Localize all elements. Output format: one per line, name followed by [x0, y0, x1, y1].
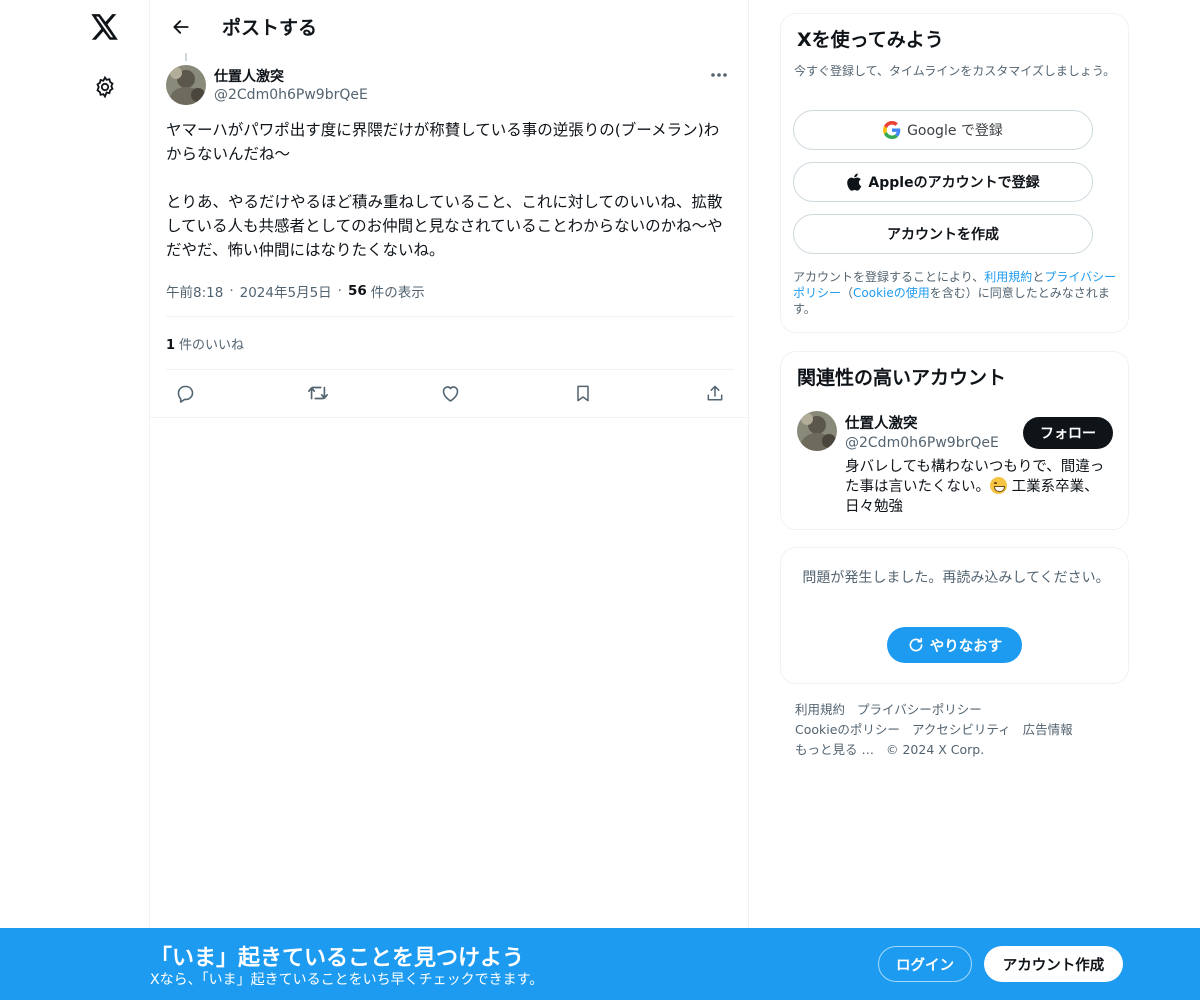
related-accounts-card: 関連性の高いアカウント 仕置人激突 @2Cdm0h6Pw9brQeE フォロー …	[780, 351, 1129, 530]
create-account-button[interactable]: アカウントを作成	[793, 214, 1093, 254]
page-title: ポストする	[222, 17, 318, 39]
retry-button[interactable]: やりなおす	[887, 627, 1022, 663]
gear-icon[interactable]	[86, 68, 124, 106]
grinning-emoji-icon	[990, 477, 1007, 494]
post-time[interactable]: 午前8:18	[166, 281, 223, 301]
footer-links: 利用規約 プライバシーポリシー Cookieのポリシー アクセシビリティ 広告情報 も…	[795, 700, 1115, 760]
terms-link[interactable]: 利用規約	[984, 270, 1032, 284]
repost-icon	[307, 386, 328, 400]
meta-separator: ·	[337, 283, 342, 299]
more-options-button[interactable]	[704, 65, 734, 85]
google-signup-label: Google で登録	[907, 123, 1003, 139]
footer-link-privacy[interactable]: プライバシーポリシー	[857, 702, 982, 717]
apple-icon	[846, 173, 862, 191]
post-detail-column: ポストする 仕置人激突 @2Cdm0h6Pw9brQeE ヤマーハがパワポ出す度…	[150, 0, 749, 1000]
like-button[interactable]	[435, 378, 465, 408]
copyright: © 2024 X Corp.	[885, 742, 985, 757]
arrow-left-icon	[173, 19, 189, 34]
related-account-name[interactable]: 仕置人激突	[845, 412, 918, 433]
post-actions	[166, 378, 734, 410]
like-icon	[442, 385, 458, 402]
footer-link-accessibility[interactable]: アクセシビリティ	[912, 722, 1011, 737]
retry-label: やりなおす	[929, 638, 1003, 655]
apple-signup-button[interactable]: Appleのアカウントで登録	[793, 162, 1093, 202]
views-label: 件の表示	[370, 285, 425, 301]
cookie-link[interactable]: Cookieの使用	[853, 286, 930, 300]
share-button[interactable]	[700, 378, 730, 408]
error-card: 問題が発生しました。再読み込みしてください。 やりなおす	[780, 547, 1129, 684]
terms-text: と	[1032, 270, 1045, 284]
divider	[166, 316, 734, 317]
reply-button[interactable]	[170, 378, 200, 408]
signup-title: Xを使ってみよう	[797, 29, 944, 51]
terms-text: アカウントを登録することにより、	[793, 270, 985, 284]
views-count: 56	[347, 283, 367, 299]
bookmark-button[interactable]	[568, 378, 598, 408]
post-author: 仕置人激突 @2Cdm0h6Pw9brQeE	[166, 65, 734, 107]
post-date[interactable]: 2024年5月5日	[240, 281, 332, 301]
post-meta: 午前8:18 · 2024年5月5日 · 56 件の表示	[166, 281, 425, 301]
refresh-icon	[907, 636, 925, 654]
footer-link-more[interactable]: もっと見る …	[795, 742, 874, 757]
error-message: 問題が発生しました。再読み込みしてください。	[802, 570, 1110, 586]
signup-banner: 「いま」起きていることを見つけよう Xなら、「いま」起きていることをいち早くチェ…	[0, 928, 1200, 1000]
reply-icon	[177, 385, 193, 403]
meta-separator: ·	[229, 283, 234, 299]
footer-link-ads[interactable]: 広告情報	[1023, 722, 1073, 737]
related-account-handle[interactable]: @2Cdm0h6Pw9brQeE	[845, 435, 999, 451]
footer-link-cookie[interactable]: Cookieのポリシー	[795, 722, 900, 737]
likes-summary[interactable]: 1 件のいいね	[166, 334, 244, 353]
apple-signup-label: Appleのアカウントで登録	[868, 175, 1040, 191]
signup-subtitle: 今すぐ登録して、タイムラインをカスタマイズしましょう。	[794, 64, 1116, 78]
left-nav	[0, 0, 150, 1000]
terms-text: （	[841, 286, 854, 300]
create-account-label: アカウントを作成	[887, 227, 999, 243]
related-account-bio: 身バレしても構わないつもりで、間違った事は言いたくない。 工業系卒業、日々勉強	[845, 457, 1117, 517]
google-signup-button[interactable]: Google で登録	[793, 110, 1093, 150]
x-logo-icon[interactable]	[86, 8, 124, 46]
more-icon	[711, 73, 727, 77]
signup-card: Xを使ってみよう 今すぐ登録して、タイムラインをカスタマイズしましょう。 Goo…	[780, 13, 1129, 333]
repost-button[interactable]	[303, 378, 333, 408]
thread-line	[185, 53, 187, 61]
likes-count: 1	[166, 338, 176, 353]
likes-label: 件のいいね	[179, 338, 245, 353]
follow-button[interactable]: フォロー	[1023, 417, 1113, 449]
bookmark-icon	[576, 385, 589, 401]
related-title: 関連性の高いアカウント	[797, 367, 1007, 389]
header: ポストする	[150, 0, 748, 53]
divider	[150, 417, 749, 418]
author-name[interactable]: 仕置人激突	[214, 66, 284, 86]
avatar[interactable]	[797, 411, 837, 451]
footer-link-terms[interactable]: 利用規約	[795, 702, 845, 717]
banner-title: 「いま」起きていることを見つけよう	[150, 946, 525, 971]
avatar[interactable]	[166, 65, 206, 105]
post-text: ヤマーハがパワポ出す度に界隈だけが称賛している事の逆張りの(ブーメラン)わからな…	[166, 121, 723, 259]
author-handle[interactable]: @2Cdm0h6Pw9brQeE	[214, 87, 368, 103]
login-button[interactable]: ログイン	[878, 946, 972, 982]
google-icon	[883, 121, 901, 139]
signup-terms: アカウントを登録することにより、利用規約とプライバシーポリシー（Cookieの使…	[793, 269, 1121, 317]
divider	[166, 369, 734, 370]
banner-subtitle: Xなら、「いま」起きていることをいち早くチェックできます。	[150, 972, 544, 988]
share-icon	[707, 385, 723, 400]
back-button[interactable]	[164, 10, 198, 44]
banner-create-account-button[interactable]: アカウント作成	[984, 946, 1123, 982]
